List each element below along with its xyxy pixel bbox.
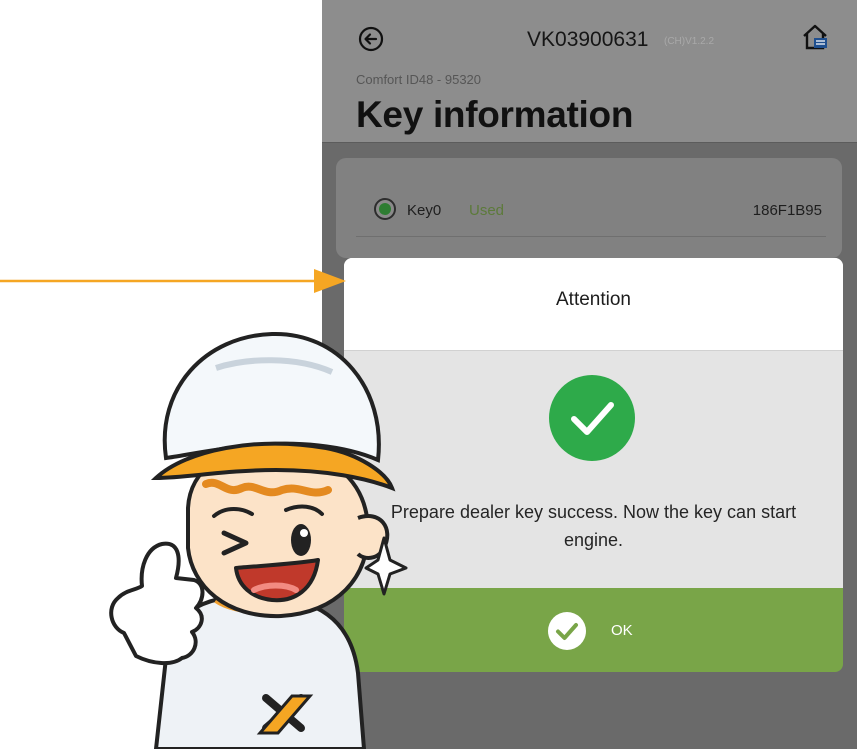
mascot-thumbs-up-illustration xyxy=(109,331,408,749)
key-list-item[interactable]: Key0 Used 186F1B95 xyxy=(356,186,826,237)
dialog-title: Attention xyxy=(556,289,631,310)
key-name: Key0 xyxy=(407,202,442,219)
device-id: VK03900631 xyxy=(527,28,649,51)
home-icon[interactable] xyxy=(800,22,830,52)
key-status: Used xyxy=(469,202,505,219)
page-title: Key information xyxy=(356,94,634,135)
back-arrow-icon[interactable] xyxy=(358,26,384,52)
checkmark-circle-icon xyxy=(549,375,635,461)
dialog-message: Prepare dealer key success. Now the key … xyxy=(390,502,797,550)
app-header: VK03900631 (CH)V1.2.2 Comfort ID48 - 953… xyxy=(322,0,857,143)
vehicle-sub-title: Comfort ID48 - 95320 xyxy=(356,72,482,87)
ok-button-label: OK xyxy=(611,622,633,639)
pointer-arrow-icon xyxy=(0,269,346,293)
key-code: 186F1B95 xyxy=(752,202,822,219)
check-icon xyxy=(548,612,586,650)
software-version: (CH)V1.2.2 xyxy=(664,36,715,47)
key-radio-button[interactable] xyxy=(374,198,396,220)
